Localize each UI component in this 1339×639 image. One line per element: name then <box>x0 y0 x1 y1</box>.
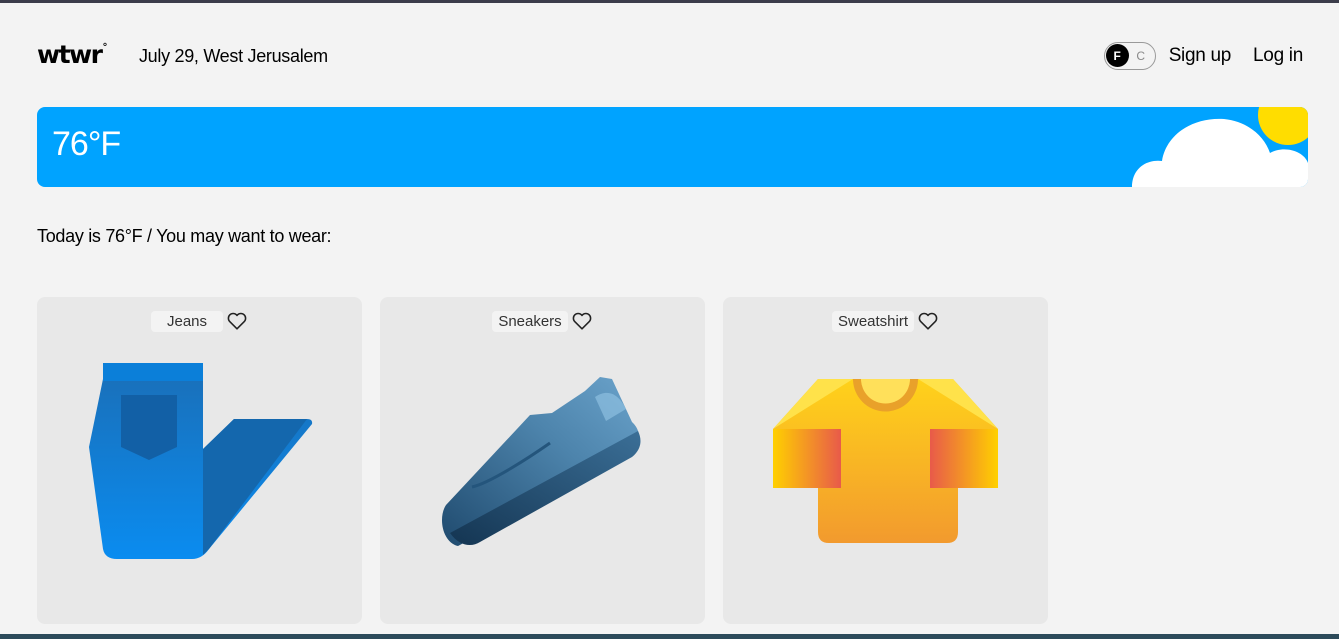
toggle-option-fahrenheit: F <box>1105 44 1129 67</box>
logo[interactable]: wtwr° <box>37 39 107 69</box>
toggle-option-celsius: C <box>1136 48 1146 63</box>
weather-cloud-sun-icon <box>1132 107 1308 187</box>
clothing-card-sweatshirt[interactable]: Sweatshirt <box>723 297 1048 624</box>
weather-temperature: 76°F <box>52 125 121 163</box>
sweatshirt-icon <box>773 379 998 543</box>
clothing-cards: Jeans Sneakers Sweatshirt <box>37 297 1048 624</box>
recommendation-text: Today is 76°F / You may want to wear: <box>37 226 332 246</box>
logo-degree-mark: ° <box>102 42 107 54</box>
sneaker-icon <box>442 377 641 546</box>
signup-button[interactable]: Sign up <box>1169 45 1232 67</box>
temperature-unit-toggle[interactable]: F C <box>1103 42 1156 70</box>
clothing-card-jeans[interactable]: Jeans <box>37 297 362 624</box>
login-button[interactable]: Log in <box>1253 45 1303 67</box>
window-bottom-border <box>0 634 1339 639</box>
date-location: July 29, West Jerusalem <box>138 45 328 66</box>
site-header: wtwr° July 29, West Jerusalem F C Sign u… <box>37 40 1303 72</box>
logo-text: wtwr <box>37 39 103 69</box>
weather-card: 76°F <box>37 107 1308 187</box>
window-top-border <box>0 0 1339 3</box>
clothing-card-sneakers[interactable]: Sneakers <box>380 297 705 624</box>
jeans-icon <box>89 363 313 559</box>
